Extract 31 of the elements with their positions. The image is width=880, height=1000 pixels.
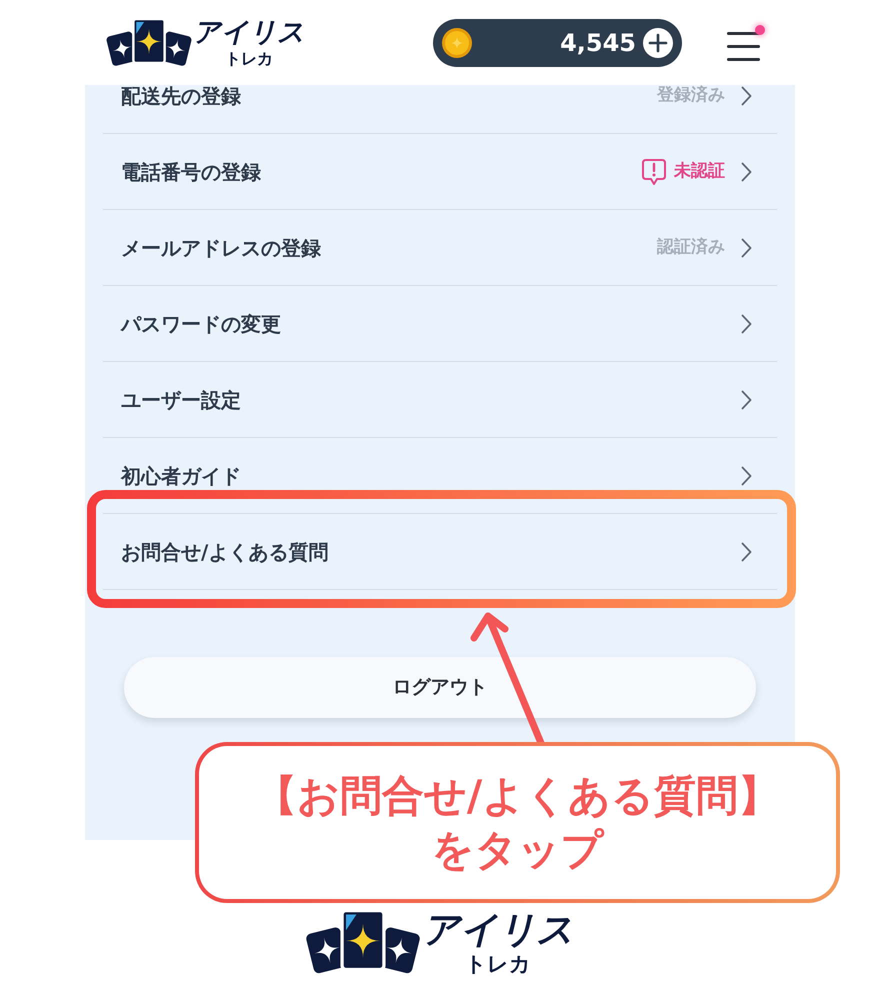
chevron-right-icon bbox=[741, 542, 752, 562]
logout-button[interactable]: ログアウト bbox=[124, 657, 756, 718]
callout-text: 【お問合せ/よくある質問】 bbox=[254, 770, 780, 822]
logo-subtitle: トレカ bbox=[465, 952, 531, 976]
alert-bubble-icon bbox=[641, 158, 667, 186]
coin-icon bbox=[442, 28, 472, 58]
status-text: 未認証 bbox=[674, 160, 725, 183]
logo-cards-icon bbox=[105, 17, 193, 68]
menu-item[interactable]: パスワードの変更 bbox=[103, 286, 777, 362]
chevron-right-icon bbox=[741, 238, 752, 258]
logo-title: アイリス bbox=[422, 908, 574, 952]
callout-text: をタップ bbox=[432, 824, 604, 876]
menu-icon bbox=[727, 32, 760, 60]
menu-item[interactable]: 電話番号の登録 未認証 bbox=[103, 134, 777, 210]
logo-title: アイリス bbox=[193, 17, 305, 49]
menu-item[interactable]: ユーザー設定 bbox=[103, 362, 777, 438]
status-text: 登録済み bbox=[657, 84, 725, 108]
logo-subtitle: トレカ bbox=[225, 49, 273, 68]
chevron-right-icon bbox=[741, 390, 752, 410]
chevron-right-icon bbox=[741, 314, 752, 334]
menu-item[interactable]: メールアドレスの登録 認証済み bbox=[103, 210, 777, 286]
add-coins-button[interactable] bbox=[643, 28, 673, 58]
plus-circle-icon bbox=[643, 28, 673, 58]
chevron-right-icon bbox=[741, 466, 752, 486]
chevron-right-icon bbox=[741, 162, 752, 182]
menu-item[interactable]: 初心者ガイド bbox=[103, 438, 777, 514]
status-text: 認証済み bbox=[657, 236, 725, 259]
chevron-right-icon bbox=[741, 86, 752, 106]
coin-count: 4,545 bbox=[560, 28, 636, 58]
menu-button[interactable] bbox=[727, 24, 765, 60]
menu-item[interactable]: 配送先の登録 登録済み bbox=[103, 85, 777, 134]
